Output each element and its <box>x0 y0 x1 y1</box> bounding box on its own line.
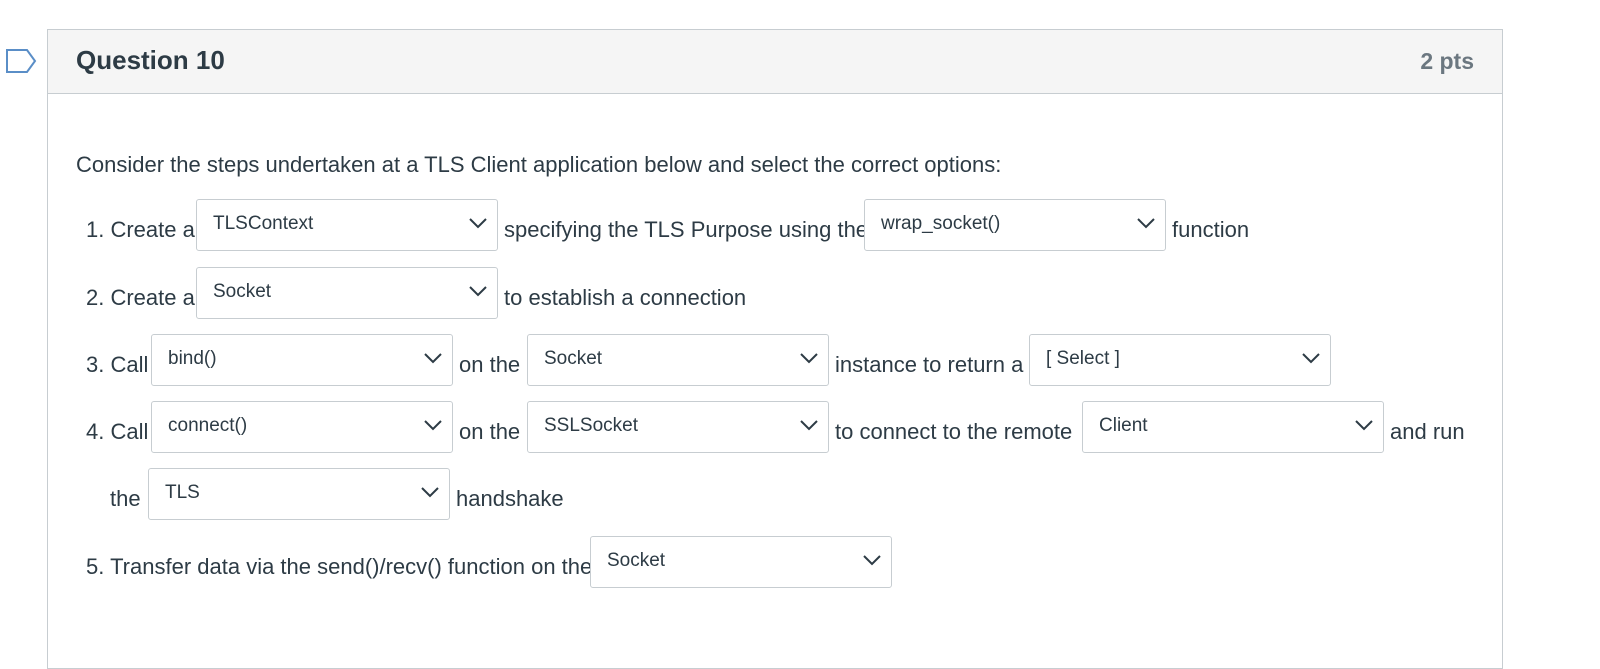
step-1-mid: specifying the TLS Purpose using the <box>504 217 869 242</box>
chevron-down-icon <box>1137 218 1155 229</box>
dropdown-value: Client <box>1099 415 1148 436</box>
step-1-dropdown-2[interactable]: wrap_socket() <box>864 199 1166 251</box>
chevron-down-icon <box>1302 353 1320 364</box>
question-points: 2 pts <box>1420 48 1474 74</box>
step-4-cont-prefix: the <box>110 486 141 511</box>
dropdown-value: TLS <box>165 482 200 503</box>
bookmark-flag-icon[interactable] <box>5 48 37 74</box>
question-title: Question 10 <box>76 45 225 75</box>
step-4-cont-suffix: handshake <box>456 486 564 511</box>
dropdown-value: TLSContext <box>213 213 314 234</box>
chevron-down-icon <box>424 420 442 431</box>
question-header: Question 10 2 pts <box>48 30 1502 94</box>
step-3-prefix: 3. Call <box>86 352 149 377</box>
chevron-down-icon <box>469 286 487 297</box>
question-intro: Consider the steps undertaken at a TLS C… <box>76 152 1002 177</box>
dropdown-value: Socket <box>544 348 603 369</box>
dropdown-value: [ Select ] <box>1046 348 1120 369</box>
chevron-down-icon <box>863 555 881 566</box>
dropdown-value: wrap_socket() <box>881 213 1001 234</box>
step-1-prefix: 1. Create a <box>86 217 195 242</box>
step-4-suffix: and run <box>1390 419 1465 444</box>
step-4: 4. Call connect() on the SSLSocket to co… <box>86 401 1496 453</box>
step-3-dropdown-2[interactable]: Socket <box>527 334 829 386</box>
chevron-down-icon <box>469 218 487 229</box>
step-3-dropdown-3[interactable]: [ Select ] <box>1029 334 1331 386</box>
step-2: 2. Create a Socket to establish a connec… <box>86 267 886 319</box>
step-2-prefix: 2. Create a <box>86 285 195 310</box>
step-4-mid: on the <box>459 419 521 444</box>
step-5-dropdown-1[interactable]: Socket <box>590 536 892 588</box>
step-5-prefix: 5. Transfer data via the send()/recv() f… <box>86 554 593 579</box>
step-2-suffix: to establish a connection <box>504 285 747 310</box>
dropdown-value: connect() <box>168 415 248 436</box>
step-4-dropdown-1[interactable]: connect() <box>151 401 453 453</box>
step-4-continued: the TLS handshake <box>110 468 710 520</box>
step-1: 1. Create a TLSContext specifying the TL… <box>86 199 1486 251</box>
step-3-mid-2: instance to return a <box>835 352 1024 377</box>
step-1-suffix: function <box>1172 217 1250 242</box>
step-4-dropdown-2[interactable]: SSLSocket <box>527 401 829 453</box>
step-3: 3. Call bind() on the Socket instance to… <box>86 334 1486 386</box>
step-4-dropdown-4[interactable]: TLS <box>148 468 450 520</box>
chevron-down-icon <box>1355 420 1373 431</box>
step-2-dropdown-1[interactable]: Socket <box>196 267 498 319</box>
step-3-mid: on the <box>459 352 521 377</box>
dropdown-value: Socket <box>607 550 666 571</box>
step-1-dropdown-1[interactable]: TLSContext <box>196 199 498 251</box>
step-4-prefix: 4. Call <box>86 419 149 444</box>
step-3-dropdown-1[interactable]: bind() <box>151 334 453 386</box>
chevron-down-icon <box>800 420 818 431</box>
step-4-mid-2: to connect to the remote <box>835 419 1073 444</box>
chevron-down-icon <box>800 353 818 364</box>
step-4-dropdown-3[interactable]: Client <box>1082 401 1384 453</box>
step-5: 5. Transfer data via the send()/recv() f… <box>86 536 986 588</box>
dropdown-value: Socket <box>213 281 272 302</box>
chevron-down-icon <box>421 487 439 498</box>
dropdown-value: SSLSocket <box>544 415 638 436</box>
chevron-down-icon <box>424 353 442 364</box>
question-panel: Question 10 2 pts Consider the steps und… <box>47 29 1503 669</box>
dropdown-value: bind() <box>168 348 217 369</box>
